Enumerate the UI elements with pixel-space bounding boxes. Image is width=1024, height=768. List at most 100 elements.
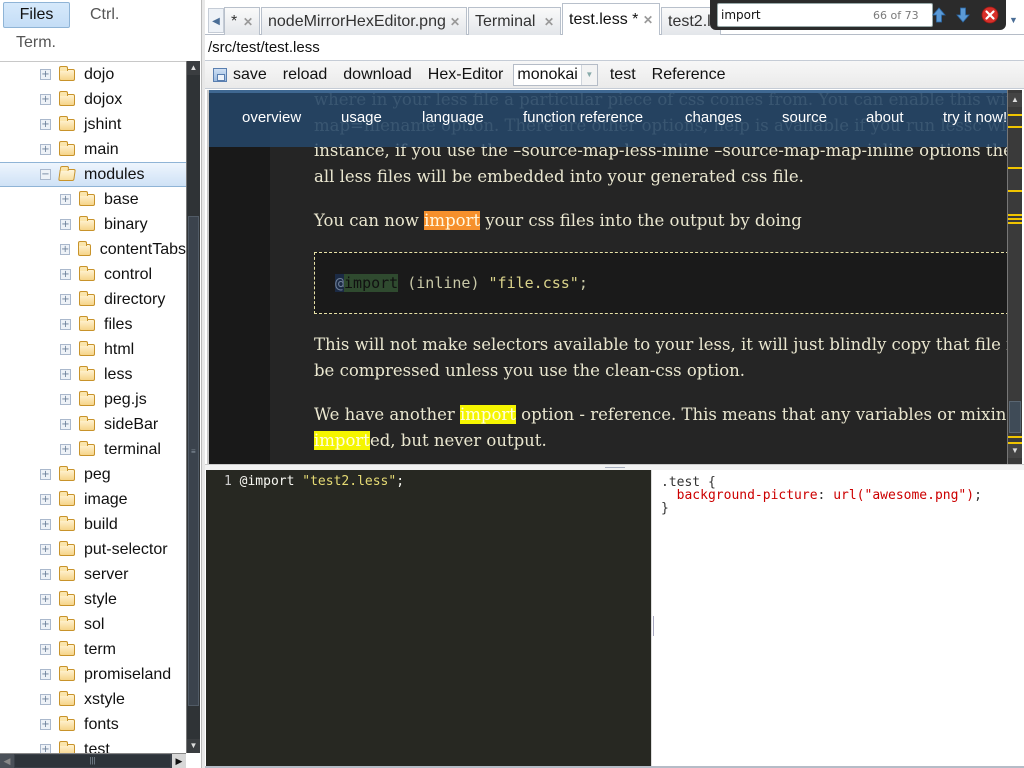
scroll-up-arrow-icon[interactable]: ▲ <box>187 61 200 75</box>
tree-item[interactable]: + style <box>0 587 186 612</box>
tree-item[interactable]: − modules <box>0 162 186 187</box>
find-previous-arrow-up-icon[interactable] <box>930 6 948 24</box>
tree-item[interactable]: + control <box>0 262 186 287</box>
tree-item[interactable]: + html <box>0 337 186 362</box>
expand-icon[interactable]: + <box>60 294 71 305</box>
expand-icon[interactable]: + <box>60 419 71 430</box>
expand-icon[interactable]: + <box>40 669 51 680</box>
tree-item[interactable]: + server <box>0 562 186 587</box>
scroll-down-arrow-icon[interactable]: ▼ <box>1008 444 1022 458</box>
expand-icon[interactable]: + <box>60 244 71 255</box>
scroll-left-arrow-icon[interactable]: ◀ <box>0 754 14 768</box>
scroll-up-arrow-icon[interactable]: ▲ <box>1008 93 1022 107</box>
expand-icon[interactable]: + <box>60 444 71 455</box>
tree-item[interactable]: + jshint <box>0 112 186 137</box>
tree-item[interactable]: + fonts <box>0 712 186 737</box>
expand-icon[interactable]: + <box>60 394 71 405</box>
tree-item[interactable]: + files <box>0 312 186 337</box>
close-icon[interactable]: ✕ <box>544 15 554 29</box>
expand-icon[interactable]: + <box>40 144 51 155</box>
tree-item[interactable]: + main <box>0 137 186 162</box>
hex-editor-button[interactable]: Hex-Editor <box>420 62 512 88</box>
tree-item[interactable]: + dojox <box>0 87 186 112</box>
test-button[interactable]: test <box>602 62 644 88</box>
theme-select[interactable]: monokai ▼ <box>513 63 598 86</box>
scrollbar-thumb[interactable]: ≡ <box>188 216 199 706</box>
expand-icon[interactable]: + <box>40 569 51 580</box>
tree-item[interactable]: + term <box>0 637 186 662</box>
tree-item[interactable]: + contentTabs <box>0 237 186 262</box>
collapse-icon[interactable]: − <box>40 169 51 180</box>
sidebar-vertical-scrollbar[interactable]: ▲ ≡ ▼ <box>186 61 200 753</box>
nav-link-about[interactable]: about <box>866 109 904 126</box>
nav-link-usage[interactable]: usage <box>341 109 382 126</box>
tree-item[interactable]: + directory <box>0 287 186 312</box>
nav-link-language[interactable]: language <box>422 109 484 126</box>
tab-test-less[interactable]: test.less * ✕ <box>562 3 660 36</box>
scroll-down-arrow-icon[interactable]: ▼ <box>187 739 200 753</box>
file-path[interactable]: /src/test/test.less <box>205 35 1024 61</box>
expand-icon[interactable]: + <box>40 544 51 555</box>
tabs-scroll-left-icon[interactable]: ◀ <box>208 8 224 33</box>
tree-item[interactable]: + promiseland <box>0 662 186 687</box>
find-close-icon[interactable] <box>981 6 999 24</box>
nav-link-source[interactable]: source <box>782 109 827 126</box>
expand-icon[interactable]: + <box>60 344 71 355</box>
download-button[interactable]: download <box>335 62 420 88</box>
find-next-arrow-down-icon[interactable] <box>954 6 972 24</box>
tree-item[interactable]: + image <box>0 487 186 512</box>
tree-item[interactable]: + xstyle <box>0 687 186 712</box>
expand-icon[interactable]: + <box>40 69 51 80</box>
expand-icon[interactable]: + <box>40 619 51 630</box>
scroll-right-arrow-icon[interactable]: ▶ <box>172 754 186 768</box>
tab-files[interactable]: Files <box>3 2 70 28</box>
close-icon[interactable]: ✕ <box>450 15 460 29</box>
tab-hex-editor-png[interactable]: nodeMirrorHexEditor.png ✕ <box>261 7 467 35</box>
tree-item[interactable]: + sideBar <box>0 412 186 437</box>
tree-item[interactable]: + put-selector <box>0 537 186 562</box>
tree-item[interactable]: + test <box>0 737 186 754</box>
expand-icon[interactable]: + <box>40 519 51 530</box>
expand-icon[interactable]: + <box>60 369 71 380</box>
expand-icon[interactable]: + <box>40 119 51 130</box>
tab-unsaved[interactable]: * ✕ <box>224 7 260 35</box>
tree-item[interactable]: + peg <box>0 462 186 487</box>
tree-item[interactable]: + sol <box>0 612 186 637</box>
tree-item[interactable]: + base <box>0 187 186 212</box>
tree-item[interactable]: + binary <box>0 212 186 237</box>
close-icon[interactable]: ✕ <box>243 15 253 29</box>
save-button[interactable]: save <box>205 62 275 88</box>
tab-list-dropdown-icon[interactable]: ▼ <box>1009 15 1018 25</box>
less-source-editor[interactable]: 1 @import "test2.less"; <box>206 470 651 766</box>
tree-item[interactable]: + build <box>0 512 186 537</box>
expand-icon[interactable]: + <box>40 94 51 105</box>
nav-link-overview[interactable]: overview <box>242 109 301 126</box>
reload-button[interactable]: reload <box>275 62 335 88</box>
expand-icon[interactable]: + <box>40 644 51 655</box>
expand-icon[interactable]: + <box>40 594 51 605</box>
tab-term[interactable]: Term. <box>16 34 56 52</box>
tree-item[interactable]: + less <box>0 362 186 387</box>
tab-terminal[interactable]: Terminal ✕ <box>468 7 561 35</box>
sidebar-splitter[interactable] <box>201 0 205 768</box>
expand-icon[interactable]: + <box>60 269 71 280</box>
tree-item[interactable]: + peg.js <box>0 387 186 412</box>
expand-icon[interactable]: + <box>40 719 51 730</box>
scrollbar-thumb[interactable] <box>1009 401 1021 433</box>
close-icon[interactable]: ✕ <box>643 13 653 27</box>
expand-icon[interactable]: + <box>60 219 71 230</box>
documentation-preview[interactable]: where in your less file a particular pie… <box>207 90 1007 464</box>
tree-item[interactable]: + terminal <box>0 437 186 462</box>
editor-split-grip[interactable] <box>653 616 654 636</box>
expand-icon[interactable]: + <box>40 494 51 505</box>
tree-item[interactable]: + dojo <box>0 62 186 87</box>
css-output-editor[interactable]: .test { background-picture: url("awesome… <box>651 470 1022 766</box>
nav-link-try-it-now[interactable]: try it now! <box>943 109 1007 126</box>
expand-icon[interactable]: + <box>60 194 71 205</box>
expand-icon[interactable]: + <box>40 469 51 480</box>
expand-icon[interactable]: + <box>60 319 71 330</box>
sidebar-horizontal-scrollbar[interactable]: ◀ ||| ▶ <box>0 753 186 768</box>
scrollbar-thumb[interactable]: ||| <box>15 755 170 767</box>
preview-vertical-scrollbar[interactable]: ▲ ▼ <box>1007 90 1022 464</box>
nav-link-function-reference[interactable]: function reference <box>523 109 643 126</box>
